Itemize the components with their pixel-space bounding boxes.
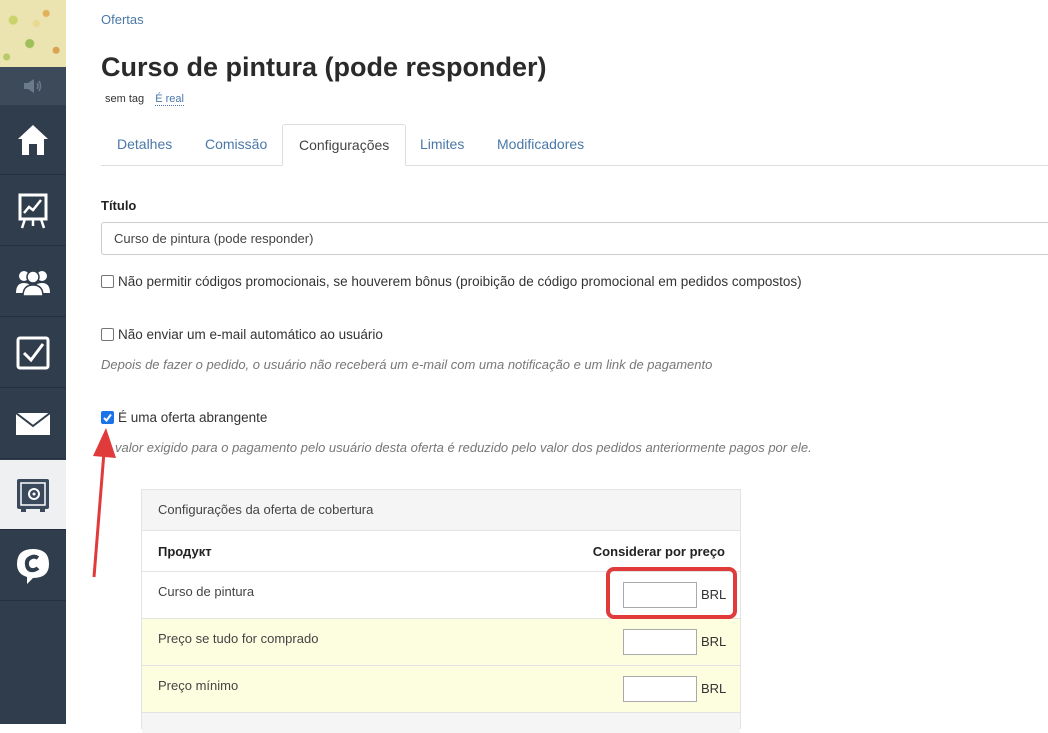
check-mark-icon [103, 413, 112, 423]
chart-board-icon [18, 193, 48, 228]
tab-limits[interactable]: Limites [404, 124, 480, 166]
currency-label: BRL [701, 681, 727, 696]
chat-c-icon [17, 548, 49, 584]
tab-settings[interactable]: Configurações [282, 124, 407, 166]
nav-chat[interactable] [0, 531, 66, 601]
column-product: Продукт [158, 544, 212, 559]
no-email-help: Depois de fazer o pedido, o usuário não … [101, 357, 713, 372]
logo[interactable] [0, 0, 66, 67]
table-row: Preço se tudo for comprado BRL [142, 619, 740, 666]
row-name: Preço se tudo for comprado [158, 631, 319, 646]
price-input[interactable] [623, 676, 697, 702]
comprehensive-row: É uma oferta abrangente [101, 410, 267, 425]
tab-commission[interactable]: Comissão [189, 124, 283, 166]
column-price: Considerar por preço [592, 544, 725, 559]
page-title: Curso de pintura (pode responder) [101, 52, 547, 82]
safe-icon [17, 478, 49, 512]
nav-tasks[interactable] [0, 318, 66, 388]
tab-bar: Detalhes Comissão Configurações Limites … [101, 124, 1048, 166]
tab-modifiers[interactable]: Modificadores [481, 124, 600, 166]
no-promo-label[interactable]: Não permitir códigos promocionais, se ho… [118, 274, 802, 289]
tab-details[interactable]: Detalhes [101, 124, 188, 166]
title-input[interactable] [101, 222, 1048, 255]
coverage-heading: Configurações da oferta de cobertura [142, 490, 740, 531]
is-real-link[interactable]: É real [155, 93, 184, 106]
home-icon [18, 124, 48, 155]
speaker-icon [24, 79, 42, 93]
comprehensive-label[interactable]: É uma oferta abrangente [118, 410, 267, 425]
no-promo-row: Não permitir códigos promocionais, se ho… [101, 274, 802, 289]
sidebar [0, 0, 66, 724]
row-name: Preço mínimo [158, 678, 239, 693]
no-email-checkbox[interactable] [101, 328, 114, 341]
price-input[interactable] [623, 629, 697, 655]
nav-users[interactable] [0, 247, 66, 317]
currency-label: BRL [701, 634, 727, 649]
breadcrumb-offers[interactable]: Ofertas [101, 12, 144, 27]
coverage-column-headers: Продукт Considerar por preço [142, 531, 740, 572]
nav-messages[interactable] [0, 389, 66, 459]
tag-line: sem tag É real [105, 93, 184, 106]
checkbox-icon [16, 336, 50, 369]
row-name: Curso de pintura [158, 584, 255, 599]
nav-statistics[interactable] [0, 176, 66, 246]
users-icon [16, 269, 50, 297]
title-label: Título [101, 198, 137, 213]
no-tag-label: sem tag [105, 93, 145, 105]
announcements-button[interactable] [0, 67, 66, 105]
comprehensive-checkbox[interactable] [101, 411, 114, 424]
mail-icon [15, 411, 51, 435]
nav-sales[interactable] [0, 460, 66, 530]
nav-home[interactable] [0, 105, 66, 175]
table-row: Preço mínimo BRL [142, 666, 740, 713]
no-email-label[interactable]: Não enviar um e-mail automático ao usuár… [118, 327, 383, 342]
highlight-box [606, 567, 737, 619]
comprehensive-help: valor exigido para o pagamento pelo usuá… [115, 440, 812, 455]
no-email-row: Não enviar um e-mail automático ao usuár… [101, 327, 383, 342]
no-promo-checkbox[interactable] [101, 275, 114, 288]
coverage-footer [142, 713, 740, 733]
